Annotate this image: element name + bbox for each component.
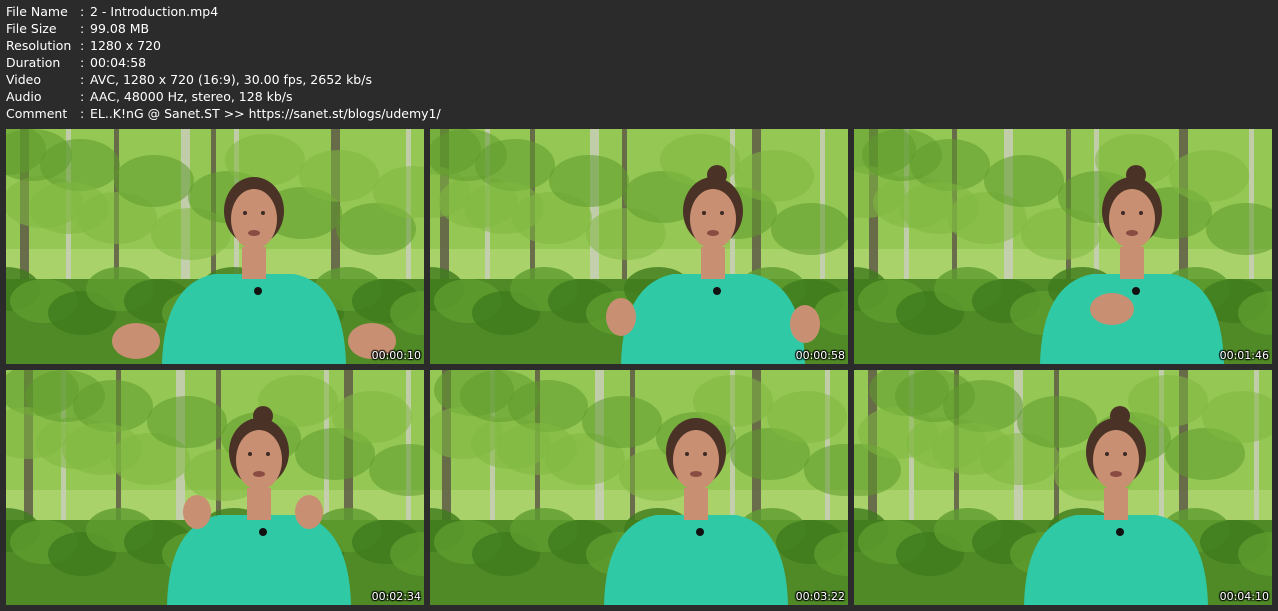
frame-image bbox=[430, 129, 848, 364]
video-thumbnail[interactable]: 00:03:22 bbox=[430, 370, 848, 605]
info-label: Video bbox=[6, 72, 42, 87]
info-row-file-size: File Size : 99.08 MB bbox=[6, 20, 441, 37]
info-value: 00:04:58 bbox=[90, 55, 147, 70]
timestamp-label: 00:02:34 bbox=[371, 590, 421, 603]
info-value: AVC, 1280 x 720 (16:9), 30.00 fps, 2652 … bbox=[90, 72, 372, 87]
frame-image bbox=[854, 129, 1272, 364]
frame-image bbox=[6, 129, 424, 364]
frame-image bbox=[430, 370, 848, 605]
frame-image bbox=[6, 370, 424, 605]
info-row-audio: Audio : AAC, 48000 Hz, stereo, 128 kb/s bbox=[6, 88, 441, 105]
info-separator: : bbox=[80, 4, 85, 19]
info-label: File Size bbox=[6, 21, 57, 36]
video-thumbnail[interactable]: 00:02:34 bbox=[6, 370, 424, 605]
video-thumbnail[interactable]: 00:00:58 bbox=[430, 129, 848, 364]
info-value: 1280 x 720 bbox=[90, 38, 162, 53]
frame-image bbox=[854, 370, 1272, 605]
timestamp-label: 00:01:46 bbox=[1219, 349, 1269, 362]
info-row-resolution: Resolution : 1280 x 720 bbox=[6, 37, 441, 54]
info-value: 2 - Introduction.mp4 bbox=[90, 4, 219, 19]
info-row-video: Video : AVC, 1280 x 720 (16:9), 30.00 fp… bbox=[6, 71, 441, 88]
video-thumbnail[interactable]: 00:00:10 bbox=[6, 129, 424, 364]
info-row-duration: Duration : 00:04:58 bbox=[6, 54, 441, 71]
info-value: 99.08 MB bbox=[90, 21, 150, 36]
file-info-panel: File Name : 2 - Introduction.mp4 File Si… bbox=[6, 3, 441, 122]
info-separator: : bbox=[80, 106, 85, 121]
info-separator: : bbox=[80, 89, 85, 104]
info-row-file-name: File Name : 2 - Introduction.mp4 bbox=[6, 3, 441, 20]
timestamp-label: 00:03:22 bbox=[795, 590, 845, 603]
info-row-comment: Comment : EL..K!nG @ Sanet.ST >> https:/… bbox=[6, 105, 441, 122]
info-value: EL..K!nG @ Sanet.ST >> https://sanet.st/… bbox=[90, 106, 441, 121]
timestamp-label: 00:00:10 bbox=[371, 349, 421, 362]
info-label: Resolution bbox=[6, 38, 72, 53]
info-value: AAC, 48000 Hz, stereo, 128 kb/s bbox=[90, 89, 293, 104]
info-label: File Name bbox=[6, 4, 68, 19]
timestamp-label: 00:04:10 bbox=[1219, 590, 1269, 603]
info-separator: : bbox=[80, 55, 85, 70]
video-thumbnail[interactable]: 00:01:46 bbox=[854, 129, 1272, 364]
info-separator: : bbox=[80, 21, 85, 36]
video-thumbnail[interactable]: 00:04:10 bbox=[854, 370, 1272, 605]
timestamp-label: 00:00:58 bbox=[795, 349, 845, 362]
info-separator: : bbox=[80, 38, 85, 53]
info-label: Duration bbox=[6, 55, 61, 70]
thumbnail-grid: 00:00:10 00:00:58 00:01:46 00:02:34 00:0… bbox=[6, 129, 1272, 605]
info-separator: : bbox=[80, 72, 85, 87]
info-label: Audio bbox=[6, 89, 42, 104]
info-label: Comment bbox=[6, 106, 68, 121]
